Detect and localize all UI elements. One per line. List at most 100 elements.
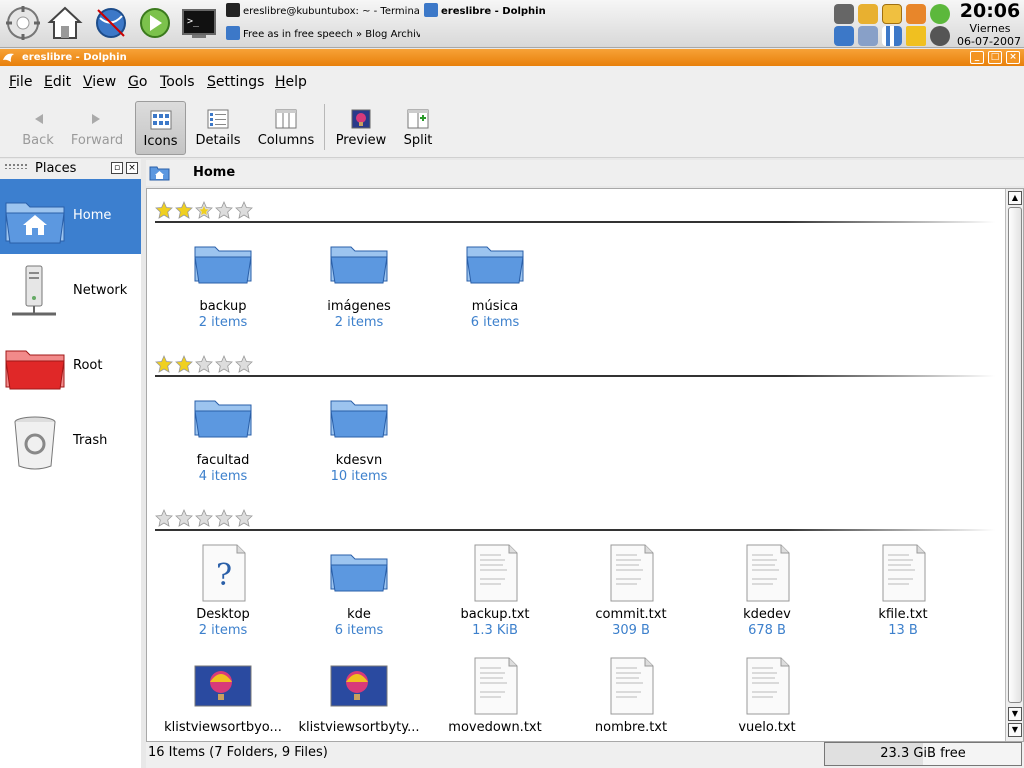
scroll-down-arrow[interactable]: ▼ [1008,723,1022,737]
dolphin-icon [424,3,438,17]
star-icon [155,200,173,219]
location-bar[interactable]: Home [146,160,1024,186]
file-name: klistviewsortbyty... [298,720,420,735]
place-root[interactable]: Root [0,329,141,404]
kde-icon[interactable] [834,26,854,46]
star-icon [215,354,233,373]
text-file-icon [737,543,797,603]
icons-view-button[interactable]: Icons [135,101,186,155]
minimize-button[interactable]: _ [970,51,984,64]
file-item[interactable]: klistviewsortbyo... [155,656,291,735]
columns-view-button[interactable]: Columns [254,101,318,155]
task-dolphin[interactable]: ereslibre - Dolphin [424,2,574,22]
menu-edit[interactable]: Edit [44,74,71,90]
file-item[interactable]: vuelo.txt [699,656,835,735]
file-item[interactable]: backup.txt 1.3 KiB [427,543,563,638]
red-folder-icon [4,337,66,397]
file-item[interactable]: facultad 4 items [155,389,291,484]
trash-icon [4,412,66,472]
file-meta: 4 items [198,469,248,484]
places-title: Places [35,161,77,176]
star-icon [195,200,213,219]
scroll-up-arrow[interactable]: ▲ [1008,191,1022,205]
panel-close-button[interactable]: × [126,162,138,174]
menu-tools[interactable]: Tools [160,74,195,90]
menu-help[interactable]: Help [275,74,307,90]
file-item[interactable]: música 6 items [427,235,563,330]
network-server-icon [4,262,66,322]
file-item[interactable]: commit.txt 309 B [563,543,699,638]
star-icon [235,508,253,527]
clock-time[interactable]: 20:06 [958,0,1022,22]
file-item[interactable]: klistviewsortbyty... [291,656,427,735]
home-folder-icon[interactable] [46,4,84,42]
eye-icon[interactable] [834,4,854,24]
details-view-button[interactable]: Details [192,101,244,155]
dolphin-icon[interactable] [2,51,15,64]
file-name: backup.txt [460,607,530,622]
power-icon[interactable] [906,26,926,46]
file-name: kdesvn [335,453,383,468]
menu-settings[interactable]: Settings [207,74,264,90]
menu-go[interactable]: Go [128,74,147,90]
file-item[interactable]: kdesvn 10 items [291,389,427,484]
text-file-icon [737,656,797,716]
file-meta: 10 items [330,469,388,484]
menu-view[interactable]: View [83,74,116,90]
star-icon [195,354,213,373]
kmenu-icon[interactable] [4,4,42,42]
briefcase-icon[interactable] [906,4,926,24]
places-panel-header: Places ▫ × [0,159,141,179]
window-titlebar[interactable]: ereslibre - Dolphin _ □ × [0,49,1024,66]
preview-button[interactable]: Preview [333,101,389,155]
tag-icon[interactable] [858,4,878,24]
file-item[interactable]: ? Desktop 2 items [155,543,291,638]
file-name: imágenes [327,299,391,314]
place-home[interactable]: Home [0,179,141,254]
star-icon [155,354,173,373]
places-panel: Home Network Root Trash [0,179,141,768]
place-trash[interactable]: Trash [0,404,141,479]
file-item[interactable]: kdedev 678 B [699,543,835,638]
terminal-icon[interactable]: >_ [180,4,218,42]
scroll-down-arrow[interactable]: ▼ [1008,707,1022,721]
drag-handle[interactable] [4,163,28,169]
signal-strength-icon[interactable] [882,26,902,46]
split-button[interactable]: Split [398,101,438,155]
place-network[interactable]: Network [0,254,141,329]
network-icon[interactable] [858,26,878,46]
star-icon [195,508,213,527]
file-item[interactable]: nombre.txt [563,656,699,735]
file-item[interactable]: backup 2 items [155,235,291,330]
menubar: File Edit View Go Tools Settings Help [0,66,1024,98]
file-name: commit.txt [595,607,667,622]
task-terminal[interactable]: ereslibre@kubuntubox: ~ - Terminal [226,2,420,22]
vertical-scrollbar[interactable]: ▲ ▼ ▼ [1005,189,1023,741]
task-browser[interactable]: Free as in free speech » Blog Archiv [226,25,420,45]
svg-text:?: ? [216,558,232,593]
panel-float-button[interactable]: ▫ [111,162,123,174]
file-name: kdedev [743,607,791,622]
browser-globe-icon[interactable] [92,4,130,42]
file-item[interactable]: imágenes 2 items [291,235,427,330]
star-icon [175,200,193,219]
file-item[interactable]: kde 6 items [291,543,427,638]
menu-file[interactable]: File [9,74,32,90]
maximize-button[interactable]: □ [988,51,1002,64]
close-button[interactable]: × [1006,51,1020,64]
file-view[interactable]: backup 2 items imágenes 2 items música 6 item… [146,188,1024,742]
location-path[interactable]: Home [193,165,235,180]
forward-button[interactable]: Forward [68,101,126,155]
network-manager-icon[interactable] [136,4,174,42]
forward-arrow-icon [92,114,100,124]
klipper-icon[interactable] [882,4,902,24]
scroll-thumb[interactable] [1008,207,1022,703]
folder-icon [329,389,389,449]
file-name: música [471,299,519,314]
text-file-icon [601,543,661,603]
update-check-icon[interactable] [930,4,950,24]
file-item[interactable]: movedown.txt [427,656,563,735]
back-button[interactable]: Back [14,101,62,155]
file-item[interactable]: kfile.txt 13 B [835,543,971,638]
volume-icon[interactable] [930,26,950,46]
